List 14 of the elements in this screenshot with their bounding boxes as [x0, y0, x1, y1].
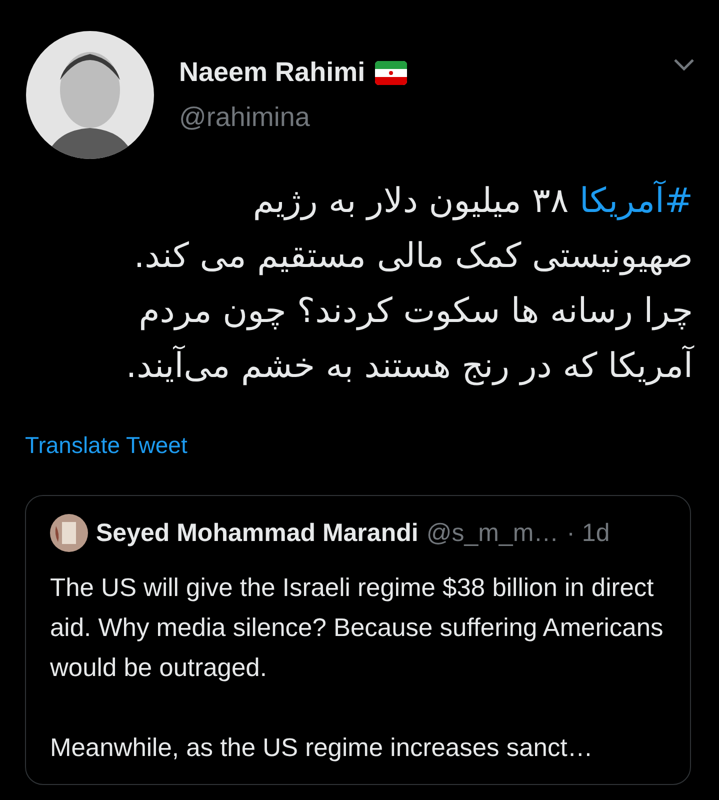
hashtag-link[interactable]: #آمریکا [579, 181, 693, 221]
quoted-author-name: Seyed Mohammad Marandi [96, 518, 418, 548]
author-name[interactable]: Naeem Rahimi [179, 57, 366, 88]
quoted-tweet-card[interactable] [25, 495, 691, 785]
caret-icon[interactable] [673, 58, 695, 72]
tweet-text: #آمریکا ۳۸ میلیون دلار به رژیم صهیونیستی کمک مالی مستقیم می کند. چرا رسانه ها سکوت کردند؟ چون مردم آمریکا که در رنج هستند به خشم می‌آیند. [124, 179, 696, 388]
flag-icon [375, 60, 408, 84]
avatar [50, 514, 88, 552]
timestamp: · 1d [566, 518, 610, 548]
quoted-tweet-text: Meanwhile, as the US regime increases sanct… [50, 733, 594, 764]
translate-link[interactable]: Translate Tweet [25, 432, 188, 459]
author-handle: @rahimina [179, 102, 311, 133]
quoted-author-handle: @s_m_m… [426, 518, 559, 548]
quoted-tweet-text: The US will give the Israeli regime $38 billion in direct aid. Why media silence? Because suffering Americans would be outraged. [50, 573, 664, 684]
